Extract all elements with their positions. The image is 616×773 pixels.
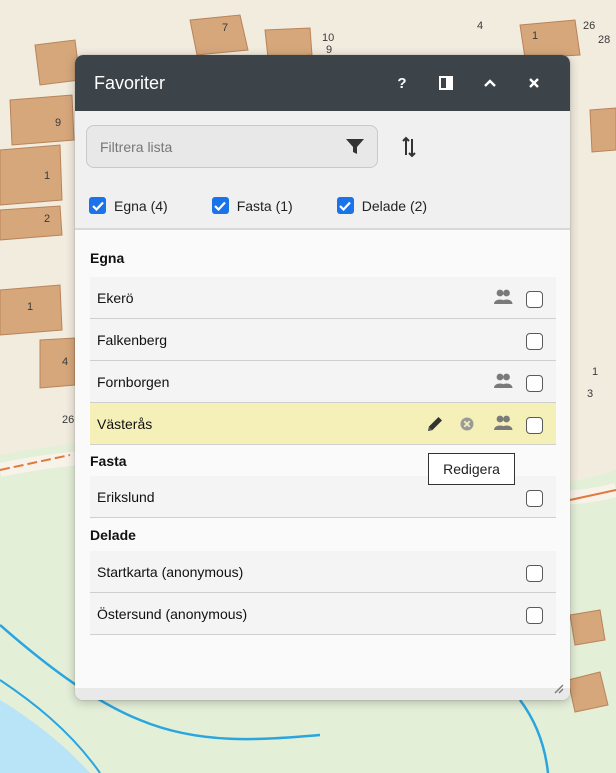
list-item-vasteras[interactable]: Västerås: [90, 403, 556, 445]
edit-tooltip: Redigera: [428, 453, 515, 485]
checkmark-icon: [91, 201, 104, 211]
map-label: 1: [532, 30, 539, 42]
checkmark-icon: [214, 201, 227, 211]
item-checkbox[interactable]: [526, 607, 543, 624]
map-label: 4: [477, 20, 484, 32]
map-label: 1: [44, 170, 51, 182]
check-fixed-label: Fasta (1): [236, 197, 293, 214]
list-item-ekero[interactable]: Ekerö: [90, 277, 556, 319]
list-item-name: Fornborgen: [97, 373, 170, 390]
list-item-name: Erikslund: [97, 488, 155, 505]
section-own-title: Egna: [90, 250, 125, 266]
favorites-panel: Favoriter ? Filtrera lista Egna (4) Fast…: [75, 55, 570, 700]
list-item-falkenberg[interactable]: Falkenberg: [90, 319, 556, 361]
map-label: 1: [27, 301, 34, 313]
item-checkbox[interactable]: [526, 490, 543, 507]
list-item-name: Västerås: [97, 415, 153, 432]
map-label: 28: [598, 34, 611, 46]
list-item-fornborgen[interactable]: Fornborgen: [90, 361, 556, 403]
check-fixed-box[interactable]: [211, 197, 229, 214]
category-filters: Egna (4) Fasta (1) Delade (2): [89, 197, 471, 214]
list-item-ostersund[interactable]: Östersund (anonymous): [90, 593, 556, 635]
toolbar-area: Egna (4) Fasta (1) Delade (2): [75, 111, 570, 230]
section-shared-title: Delade: [90, 526, 136, 543]
shared-users-icon: [494, 373, 513, 388]
filter-input[interactable]: [100, 138, 345, 155]
map-label: 4: [62, 356, 69, 368]
list-item-name: Östersund (anonymous): [97, 605, 248, 622]
filter-icon[interactable]: [345, 138, 365, 156]
check-own-box[interactable]: [89, 197, 106, 214]
item-checkbox[interactable]: [526, 333, 543, 350]
item-checkbox[interactable]: [526, 375, 543, 392]
checkmark-icon: [339, 201, 352, 211]
map-label: 9: [55, 117, 62, 129]
item-checkbox[interactable]: [526, 565, 543, 582]
list-item-name: Falkenberg: [97, 331, 168, 348]
item-checkbox[interactable]: [526, 291, 543, 308]
list-item-name: Startkarta (anonymous): [97, 563, 244, 580]
list-item-startkarta[interactable]: Startkarta (anonymous): [90, 551, 556, 593]
check-shared-box[interactable]: [336, 197, 354, 214]
remove-icon[interactable]: [459, 416, 475, 432]
map-label: 7: [222, 22, 229, 34]
map-label: 3: [587, 388, 594, 400]
map-label: 2: [44, 213, 51, 225]
list-item-name: Ekerö: [97, 289, 134, 306]
favorites-list: Egna Ekerö Falkenberg Fornborgen Västerå…: [75, 239, 570, 635]
pencil-icon[interactable]: [426, 415, 444, 433]
check-shared[interactable]: Delade (2): [336, 197, 428, 214]
map-label: 26: [62, 414, 75, 426]
filter-field[interactable]: [86, 125, 378, 168]
resize-handle-icon[interactable]: [552, 682, 564, 694]
check-fixed[interactable]: Fasta (1): [211, 197, 293, 214]
sort-icon[interactable]: [397, 135, 421, 159]
item-checkbox[interactable]: [526, 417, 543, 434]
shared-users-icon: [494, 289, 513, 304]
map-label: 26: [583, 20, 596, 32]
check-own-label: Egna (4): [114, 197, 168, 214]
panel-footer: [75, 688, 570, 700]
shared-users-icon: [494, 415, 513, 430]
map-label: 1: [592, 366, 599, 378]
check-shared-label: Delade (2): [361, 197, 428, 214]
map-label: 10: [322, 32, 335, 44]
check-own[interactable]: Egna (4): [89, 197, 168, 214]
